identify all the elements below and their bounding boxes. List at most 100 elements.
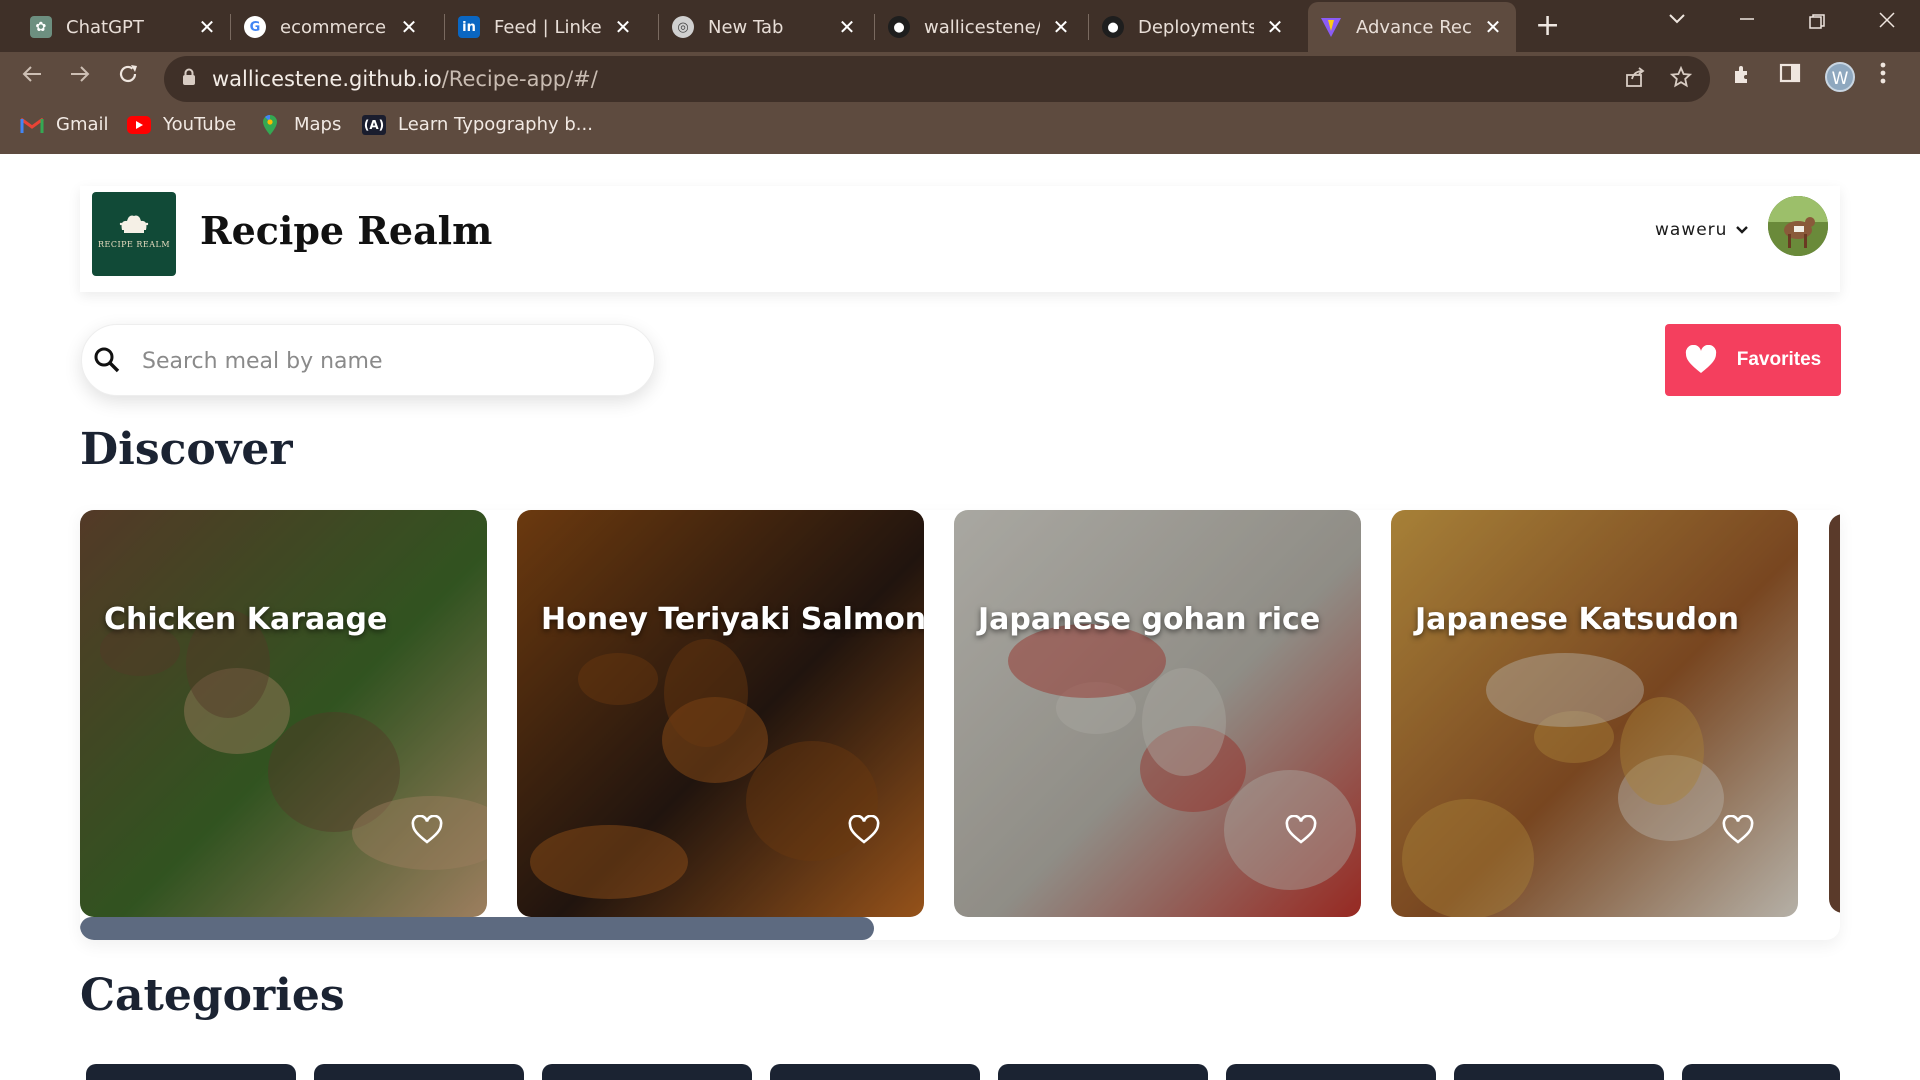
search-input[interactable] <box>142 341 622 381</box>
tab-title: New Tab <box>708 16 784 38</box>
category-card[interactable] <box>770 1064 980 1080</box>
youtube-icon <box>127 115 151 134</box>
side-panel-icon[interactable] <box>1779 62 1801 90</box>
linkedin-icon: in <box>458 16 480 38</box>
search-icon[interactable] <box>92 345 122 375</box>
browser-chrome: ✿ ChatGPT ✕ G ecommerce we ✕ in Feed | L… <box>0 0 1920 154</box>
category-card[interactable] <box>542 1064 752 1080</box>
gmail-icon <box>20 115 44 135</box>
tab-linkedin[interactable]: in Feed | LinkedIn ✕ <box>446 6 646 48</box>
share-icon[interactable] <box>1624 66 1646 94</box>
url-host: wallicestene.github.io <box>212 67 442 91</box>
tab-title: Deployments · <box>1138 16 1254 38</box>
meal-card[interactable]: Japanese gohan rice <box>954 510 1361 917</box>
meal-image <box>1391 510 1798 917</box>
url-path: /Recipe-app/#/ <box>441 67 598 91</box>
meal-card[interactable]: Japanese Katsudon <box>1391 510 1798 917</box>
back-icon[interactable] <box>20 62 44 93</box>
favorites-button[interactable]: Favorites <box>1665 324 1841 396</box>
categories-heading: Categories <box>80 970 345 1021</box>
browser-menu-icon[interactable] <box>1880 62 1886 90</box>
category-card[interactable] <box>998 1064 1208 1080</box>
meal-title: Honey Teriyaki Salmon <box>541 602 924 637</box>
meal-image <box>517 510 924 917</box>
heart-outline-icon[interactable] <box>411 815 443 845</box>
logo-tagline <box>133 251 134 256</box>
category-card[interactable] <box>86 1064 296 1080</box>
bookmark-label: Learn Typography b... <box>398 114 593 135</box>
github-icon: ● <box>1102 16 1124 38</box>
tab-title: ecommerce we <box>280 16 388 38</box>
tab-deployments[interactable]: ● Deployments · ✕ <box>1090 6 1298 48</box>
close-icon[interactable]: ✕ <box>196 15 218 39</box>
user-dropdown[interactable]: waweru <box>1655 220 1749 240</box>
address-bar-row: wallicestene.github.io/Recipe-app/#/ W <box>0 52 1920 106</box>
app-header: RECIPE REALM Recipe Realm waweru <box>80 186 1840 292</box>
bookmark-maps[interactable]: Maps <box>258 114 341 135</box>
tab-chatgpt[interactable]: ✿ ChatGPT ✕ <box>18 6 230 48</box>
tab-new-tab[interactable]: ◎ New Tab ✕ <box>660 6 870 48</box>
meal-title: Chicken Karaage <box>104 602 388 637</box>
bookmark-label: Gmail <box>56 114 109 135</box>
minimize-icon[interactable] <box>1738 8 1756 32</box>
tab-ecommerce[interactable]: G ecommerce we ✕ <box>232 6 432 48</box>
heart-outline-icon[interactable] <box>1722 815 1754 845</box>
favorites-label: Favorites <box>1736 349 1822 370</box>
chrome-icon: ◎ <box>672 16 694 38</box>
tab-separator <box>658 14 659 40</box>
category-card[interactable] <box>314 1064 524 1080</box>
close-icon[interactable]: ✕ <box>1050 15 1072 39</box>
meal-image <box>954 510 1361 917</box>
omnibox[interactable]: wallicestene.github.io/Recipe-app/#/ <box>164 56 1710 102</box>
category-card[interactable] <box>1454 1064 1664 1080</box>
tab-separator <box>444 14 445 40</box>
discover-carousel[interactable]: Chicken Karaage Honey Teriyaki Salmon Ja… <box>80 510 1840 940</box>
carousel-scrollbar[interactable] <box>80 917 874 940</box>
tab-separator <box>874 14 875 40</box>
bookmark-typography[interactable]: (A) Learn Typography b... <box>362 114 593 135</box>
lock-icon <box>182 68 196 86</box>
heart-outline-icon[interactable] <box>1285 815 1317 845</box>
maps-icon <box>258 114 282 135</box>
window-close-icon[interactable] <box>1878 10 1896 34</box>
bookmark-youtube[interactable]: YouTube <box>127 114 236 135</box>
meal-card[interactable]: Chicken Karaage <box>80 510 487 917</box>
categories-row <box>86 1064 1840 1080</box>
meal-title: Japanese gohan rice <box>978 602 1321 637</box>
bookmark-gmail[interactable]: Gmail <box>20 114 109 135</box>
heart-outline-icon[interactable] <box>848 815 880 845</box>
profile-avatar[interactable]: W <box>1825 62 1855 92</box>
chatgpt-icon: ✿ <box>30 16 52 38</box>
forward-icon[interactable] <box>68 62 92 93</box>
close-icon[interactable]: ✕ <box>1482 15 1504 39</box>
meal-card-partial[interactable] <box>1829 514 1840 913</box>
bookmarks-bar: Gmail YouTube Maps (A) Learn Typography … <box>0 106 1920 154</box>
bookmark-star-icon[interactable] <box>1669 65 1693 94</box>
tab-advance-recipe[interactable]: Advance Recip ✕ <box>1308 2 1516 52</box>
close-icon[interactable]: ✕ <box>1264 15 1286 39</box>
chevron-down-icon <box>1736 226 1749 234</box>
extensions-icon[interactable] <box>1731 62 1755 92</box>
bookmark-label: Maps <box>294 114 342 135</box>
tab-separator <box>230 14 231 40</box>
close-icon[interactable]: ✕ <box>836 15 858 39</box>
tab-github-repo[interactable]: ● wallicestene/R ✕ <box>876 6 1084 48</box>
category-card[interactable] <box>1682 1064 1840 1080</box>
meal-card[interactable]: Honey Teriyaki Salmon <box>517 510 924 917</box>
tab-search-icon[interactable] <box>1668 6 1686 30</box>
typography-icon: (A) <box>362 114 386 135</box>
new-tab-button[interactable]: + <box>1535 8 1560 43</box>
brand-title: Recipe Realm <box>200 208 493 253</box>
restore-icon[interactable] <box>1808 12 1826 36</box>
close-icon[interactable]: ✕ <box>612 15 634 39</box>
app-logo[interactable]: RECIPE REALM <box>92 192 176 276</box>
username: waweru <box>1655 220 1728 240</box>
category-card[interactable] <box>1226 1064 1436 1080</box>
search-bar <box>81 324 655 396</box>
close-icon[interactable]: ✕ <box>398 15 420 39</box>
discover-heading: Discover <box>80 424 293 475</box>
user-avatar[interactable] <box>1768 196 1828 256</box>
chef-hat-icon <box>119 215 149 233</box>
reload-icon[interactable] <box>116 62 140 93</box>
tab-strip: ✿ ChatGPT ✕ G ecommerce we ✕ in Feed | L… <box>0 0 1920 52</box>
